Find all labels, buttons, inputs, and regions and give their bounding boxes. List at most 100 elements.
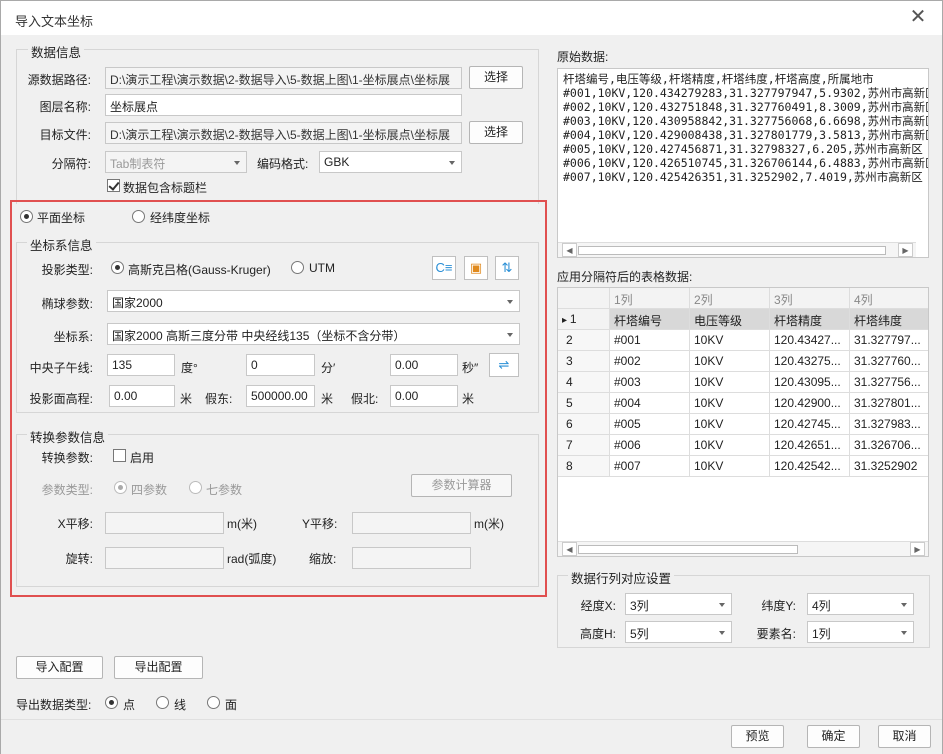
raw-data-box[interactable]: 杆塔编号,电压等级,杆塔精度,杆塔纬度,杆塔高度,所属地市 #001,10KV,1… — [557, 68, 929, 258]
ok-button[interactable]: 确定 — [807, 725, 860, 748]
table-row[interactable]: ▸ 1 杆塔编号 电压等级 杆塔精度 杆塔纬度 — [558, 309, 928, 330]
export-config-button[interactable]: 导出配置 — [114, 656, 203, 679]
table-row[interactable]: 5 #004 10KV 120.42900... 31.327801... — [558, 393, 928, 414]
table-hscrollbar[interactable]: ◀ ▶ — [558, 541, 928, 556]
table-cell[interactable]: 31.327797... — [850, 330, 928, 351]
row-number[interactable]: 4 — [558, 372, 610, 393]
utm-radio[interactable] — [291, 261, 304, 274]
cancel-button[interactable]: 取消 — [878, 725, 931, 748]
table-cell[interactable]: 31.327756... — [850, 372, 928, 393]
column-header[interactable]: 3列 — [770, 288, 850, 309]
scroll-thumb[interactable] — [578, 545, 798, 554]
table-cell[interactable]: 10KV — [690, 435, 770, 456]
table-cell[interactable]: 10KV — [690, 330, 770, 351]
table-cell[interactable]: 杆塔精度 — [770, 309, 850, 330]
meridian-degree-field[interactable]: 135 — [107, 354, 175, 376]
encoding-select[interactable]: GBK — [319, 151, 462, 173]
table-cell[interactable]: 10KV — [690, 456, 770, 477]
table-cell[interactable]: #005 — [610, 414, 690, 435]
lon-x-select[interactable]: 3列 — [625, 593, 732, 615]
select-target-button[interactable]: 选择 — [469, 121, 523, 144]
scroll-left-icon[interactable]: ◀ — [562, 243, 577, 257]
row-number[interactable]: 3 — [558, 351, 610, 372]
table-cell[interactable]: 10KV — [690, 414, 770, 435]
table-row[interactable]: 7 #006 10KV 120.42651... 31.326706... — [558, 435, 928, 456]
y-shift-field[interactable] — [352, 512, 471, 534]
table-row[interactable]: 4 #003 10KV 120.43095... 31.327756... — [558, 372, 928, 393]
column-header[interactable]: 4列 — [850, 288, 928, 309]
target-file-field[interactable]: D:\演示工程\演示数据\2-数据导入\5-数据上图\1-坐标展点\坐标展 — [105, 122, 462, 144]
false-north-field[interactable]: 0.00 — [390, 385, 458, 407]
table-cell[interactable]: 120.42900... — [770, 393, 850, 414]
table-cell[interactable]: #002 — [610, 351, 690, 372]
meridian-second-field[interactable]: 0.00 — [390, 354, 458, 376]
ellipsoid-select[interactable]: 国家2000 — [107, 290, 520, 312]
lonlat-coord-radio[interactable] — [132, 210, 145, 223]
table-cell[interactable]: #006 — [610, 435, 690, 456]
table-cell[interactable]: 31.327801... — [850, 393, 928, 414]
line-radio[interactable] — [156, 696, 169, 709]
table-row[interactable]: 6 #005 10KV 120.42745... 31.327983... — [558, 414, 928, 435]
x-shift-field[interactable] — [105, 512, 224, 534]
select-source-button[interactable]: 选择 — [469, 66, 523, 89]
coord-system-icon[interactable]: C≡ — [432, 256, 456, 280]
plane-coord-radio[interactable] — [20, 210, 33, 223]
point-radio[interactable] — [105, 696, 118, 709]
seven-param-radio[interactable] — [189, 481, 202, 494]
param-calculator-button[interactable]: 参数计算器 — [411, 474, 512, 497]
separator-select[interactable]: Tab制表符 — [105, 151, 247, 173]
table-cell[interactable]: 120.43427... — [770, 330, 850, 351]
row-number[interactable]: 5 — [558, 393, 610, 414]
proj-height-field[interactable]: 0.00 — [109, 385, 175, 407]
preview-button[interactable]: 预览 — [731, 725, 784, 748]
table-cell[interactable]: 120.42745... — [770, 414, 850, 435]
enable-transform-checkbox[interactable] — [113, 449, 126, 462]
height-h-select[interactable]: 5列 — [625, 621, 732, 643]
import-config-button[interactable]: 导入配置 — [16, 656, 103, 679]
table-cell[interactable]: 120.42542... — [770, 456, 850, 477]
table-row[interactable]: 2 #001 10KV 120.43427... 31.327797... — [558, 330, 928, 351]
table-cell[interactable]: 31.3252902 — [850, 456, 928, 477]
table-cell[interactable]: 31.326706... — [850, 435, 928, 456]
area-radio[interactable] — [207, 696, 220, 709]
table-cell[interactable]: #001 — [610, 330, 690, 351]
row-number[interactable]: 2 — [558, 330, 610, 351]
gauss-radio[interactable] — [111, 261, 124, 274]
import-prj-icon[interactable]: ▣ — [464, 256, 488, 280]
table-cell[interactable]: #004 — [610, 393, 690, 414]
coord-settings-icon[interactable]: ⇅ — [495, 256, 519, 280]
raw-hscrollbar[interactable]: ◀ ▶ — [558, 242, 916, 257]
table-row[interactable]: 3 #002 10KV 120.43275... 31.327760... — [558, 351, 928, 372]
table-cell[interactable]: 120.42651... — [770, 435, 850, 456]
scroll-thumb[interactable] — [578, 246, 886, 255]
table-cell[interactable]: 杆塔纬度 — [850, 309, 928, 330]
row-number[interactable]: 7 — [558, 435, 610, 456]
rotate-field[interactable] — [105, 547, 224, 569]
table-cell[interactable]: 电压等级 — [690, 309, 770, 330]
table-row[interactable]: 8 #007 10KV 120.42542... 31.3252902 — [558, 456, 928, 477]
column-header[interactable]: 1列 — [610, 288, 690, 309]
coord-system-select[interactable]: 国家2000 高斯三度分带 中央经线135（坐标不含分带） — [107, 323, 520, 345]
table-cell[interactable]: 杆塔编号 — [610, 309, 690, 330]
table-cell[interactable]: #007 — [610, 456, 690, 477]
source-path-field[interactable]: D:\演示工程\演示数据\2-数据导入\5-数据上图\1-坐标展点\坐标展 — [105, 67, 462, 89]
table-cell[interactable]: 10KV — [690, 393, 770, 414]
table-cell[interactable]: 10KV — [690, 372, 770, 393]
row-number[interactable]: 6 — [558, 414, 610, 435]
layer-name-field[interactable]: 坐标展点 — [105, 94, 462, 116]
false-east-field[interactable]: 500000.00 — [246, 385, 315, 407]
close-icon[interactable]: ✕ — [908, 7, 928, 27]
row-number[interactable]: ▸ 1 — [558, 309, 610, 330]
feature-name-select[interactable]: 1列 — [807, 621, 914, 643]
column-header[interactable]: 2列 — [690, 288, 770, 309]
table-cell[interactable]: #003 — [610, 372, 690, 393]
table-cell[interactable]: 31.327983... — [850, 414, 928, 435]
scale-field[interactable] — [352, 547, 471, 569]
swap-icon[interactable]: ⇌ — [489, 353, 519, 377]
table-cell[interactable]: 10KV — [690, 351, 770, 372]
table-cell[interactable]: 31.327760... — [850, 351, 928, 372]
table-cell[interactable]: 120.43275... — [770, 351, 850, 372]
scroll-right-icon[interactable]: ▶ — [898, 243, 913, 257]
scroll-left-icon[interactable]: ◀ — [562, 542, 577, 556]
header-row-checkbox[interactable] — [107, 179, 120, 192]
